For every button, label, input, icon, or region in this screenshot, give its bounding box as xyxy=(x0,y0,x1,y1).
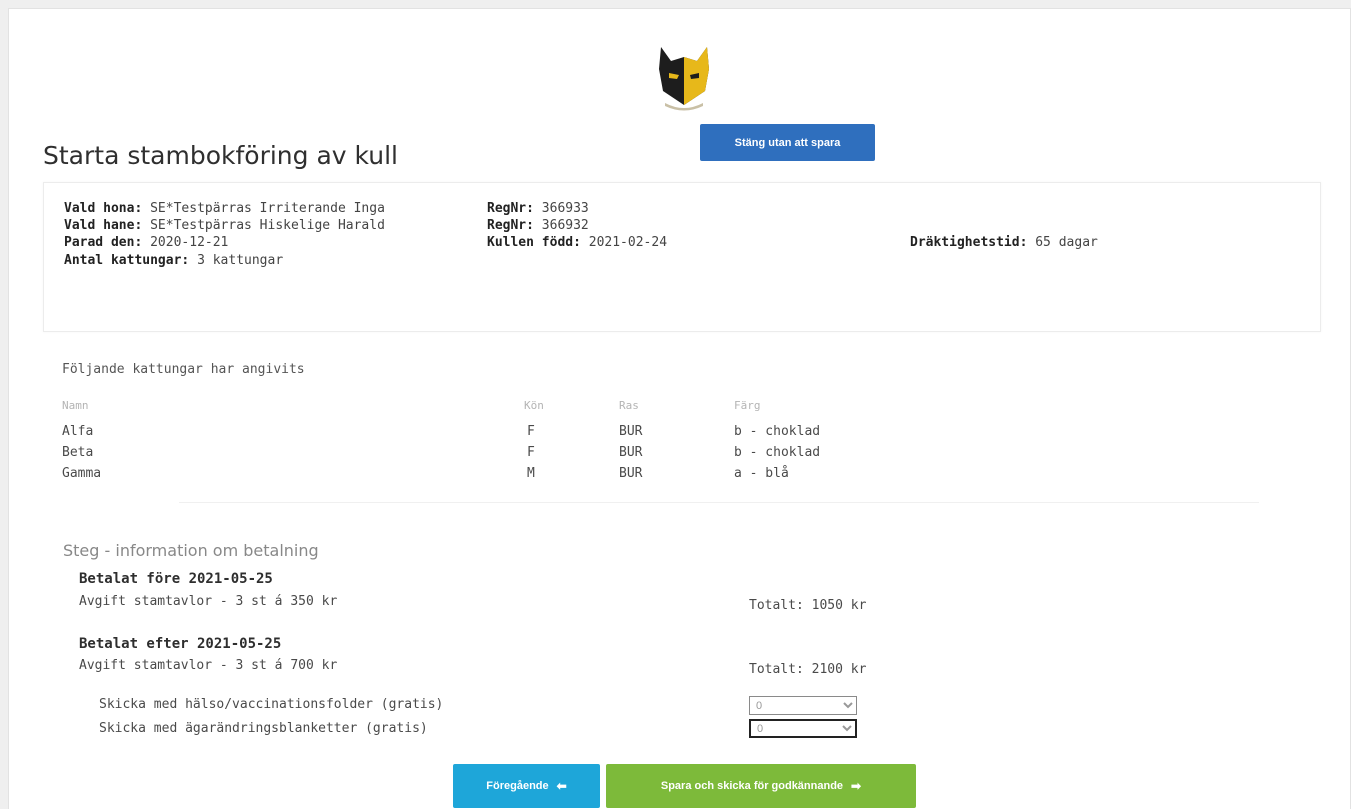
paid-before-total: Totalt: 1050 kr xyxy=(749,598,867,613)
main-card: Starta stambokföring av kull Stäng utan … xyxy=(8,8,1351,809)
paid-after-heading: Betalat efter 2021-05-25 xyxy=(79,636,282,652)
column-header-sex: Kön xyxy=(524,399,544,412)
litter-info-panel: Vald hona: SE*Testpärras Irriterande Ing… xyxy=(43,182,1321,332)
arrow-right-icon: ➡ xyxy=(851,779,862,793)
mother-regnr: RegNr: 366933 xyxy=(487,201,589,216)
section-divider xyxy=(179,502,1259,503)
father-info: Vald hane: SE*Testpärras Hiskelige Haral… xyxy=(64,218,385,233)
father-regnr: RegNr: 366932 xyxy=(487,218,589,233)
mother-info: Vald hona: SE*Testpärras Irriterande Ing… xyxy=(64,201,385,216)
paid-before-heading: Betalat före 2021-05-25 xyxy=(79,571,273,587)
column-header-color: Färg xyxy=(734,399,761,412)
ownership-forms-label: Skicka med ägarändringsblanketter (grati… xyxy=(99,721,428,736)
paid-after-total: Totalt: 2100 kr xyxy=(749,662,867,677)
arrow-left-icon: ⬅ xyxy=(556,779,567,793)
kitten-count: Antal kattungar: 3 kattungar xyxy=(64,253,284,268)
gestation-time: Dräktighetstid: 65 dagar xyxy=(910,235,1098,250)
health-folder-select[interactable]: 0 xyxy=(749,696,857,715)
previous-button[interactable]: Föregående ⬅ xyxy=(453,764,600,808)
ownership-forms-select[interactable]: 0 xyxy=(749,719,857,738)
health-folder-label: Skicka med hälso/vaccinationsfolder (gra… xyxy=(99,697,444,712)
kittens-section-label: Följande kattungar har angivits xyxy=(62,362,305,377)
close-without-saving-button[interactable]: Stäng utan att spara xyxy=(700,124,875,161)
page-title: Starta stambokföring av kull xyxy=(43,141,398,170)
litter-born-date: Kullen född: 2021-02-24 xyxy=(487,235,668,250)
paid-after-fee: Avgift stamtavlor - 3 st á 700 kr xyxy=(79,658,338,673)
column-header-breed: Ras xyxy=(619,399,639,412)
mated-date: Parad den: 2020-12-21 xyxy=(64,235,229,250)
cat-head-logo-icon xyxy=(659,47,709,111)
payment-step-title: Steg - information om betalning xyxy=(63,541,319,560)
column-header-name: Namn xyxy=(62,399,89,412)
paid-before-fee: Avgift stamtavlor - 3 st á 350 kr xyxy=(79,594,338,609)
save-and-submit-button[interactable]: Spara och skicka för godkännande ➡ xyxy=(606,764,916,808)
